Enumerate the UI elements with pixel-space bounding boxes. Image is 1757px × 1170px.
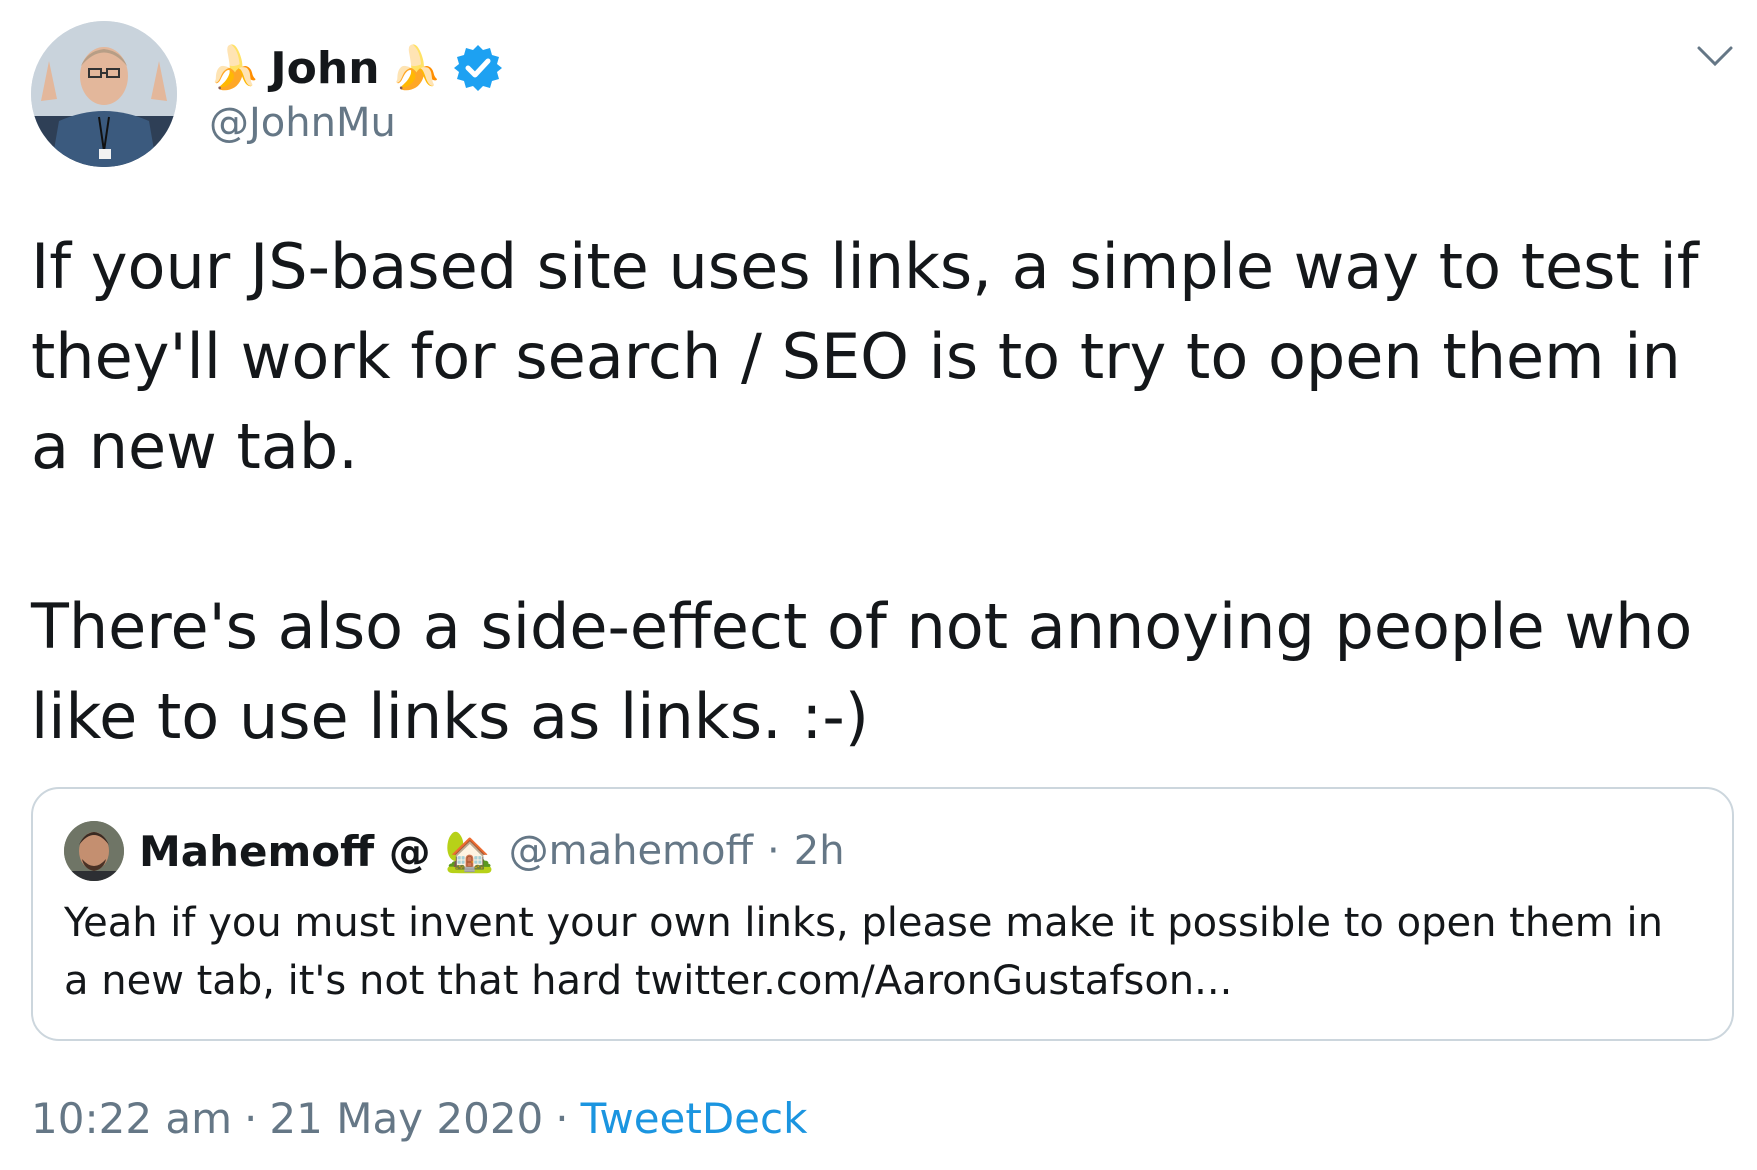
banana-emoji-icon: 🍌 bbox=[208, 43, 261, 92]
tweet-time[interactable]: 10:22 am bbox=[31, 1094, 232, 1143]
chevron-down-icon[interactable] bbox=[1695, 42, 1735, 72]
quoted-tweet-text: Yeah if you must invent your own links, … bbox=[64, 900, 1663, 1004]
author-name-row[interactable]: 🍌 John 🍌 bbox=[208, 38, 504, 98]
tweet-meta: 10:22 am · 21 May 2020 · TweetDeck bbox=[31, 1088, 807, 1148]
quoted-tweet-header: Mahemoff @ 🏡 @mahemoff · 2h bbox=[139, 819, 845, 883]
quoted-tweet-time[interactable]: 2h bbox=[794, 828, 845, 874]
separator-dot: · bbox=[244, 1093, 258, 1143]
house-emoji-icon: 🏡 bbox=[444, 828, 495, 875]
verified-badge-icon bbox=[452, 42, 504, 94]
quoted-author-avatar[interactable] bbox=[64, 821, 124, 881]
banana-emoji-icon: 🍌 bbox=[389, 43, 442, 92]
quoted-author-name[interactable]: Mahemoff @ bbox=[139, 827, 431, 876]
tweet-source-link[interactable]: TweetDeck bbox=[581, 1094, 808, 1143]
tweet-date[interactable]: 21 May 2020 bbox=[269, 1094, 543, 1143]
author-handle[interactable]: @JohnMu bbox=[209, 100, 396, 146]
author-display-name[interactable]: John bbox=[270, 43, 379, 94]
tweet: 🍌 John 🍌 @JohnMu If your JS-based site u… bbox=[0, 0, 1757, 1170]
tweet-text: If your JS-based site uses links, a simp… bbox=[31, 230, 1699, 753]
quoted-tweet[interactable]: Mahemoff @ 🏡 @mahemoff · 2h Yeah if you … bbox=[31, 787, 1734, 1041]
author-avatar[interactable] bbox=[31, 21, 177, 167]
separator-dot: · bbox=[767, 828, 780, 874]
quoted-author-handle[interactable]: @mahemoff bbox=[509, 828, 753, 874]
separator-dot: · bbox=[555, 1093, 569, 1143]
